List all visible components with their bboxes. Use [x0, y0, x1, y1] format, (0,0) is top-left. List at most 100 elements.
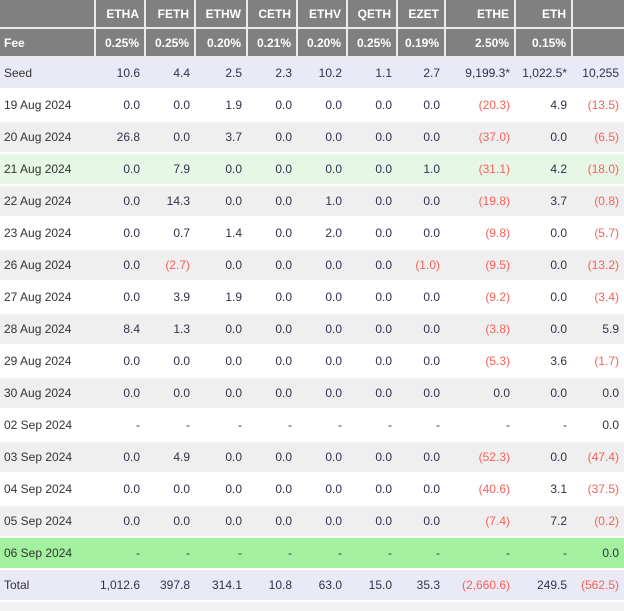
cell-value: 0.0 — [95, 185, 145, 217]
cell-value: (562.5) — [572, 569, 624, 601]
cell-value: - — [145, 537, 195, 569]
cell-value: (6.5) — [572, 121, 624, 153]
cell-value: 4.9 — [515, 89, 572, 121]
fee-value: 0.19% — [397, 28, 445, 57]
column-header-eth: ETH — [515, 0, 572, 28]
cell-value: 0.0 — [95, 377, 145, 409]
cell-value: 0.0 — [195, 313, 247, 345]
table-row: 04 Sep 20240.00.00.00.00.00.00.0(40.6)3.… — [0, 473, 624, 505]
cell-value: 0.0 — [195, 377, 247, 409]
cell-value: (37.5) — [572, 473, 624, 505]
cell-value: 0.0 — [145, 377, 195, 409]
cell-value: 0.0 — [347, 505, 397, 537]
cell-value: 0.0 — [397, 89, 445, 121]
cell-value: 0.0 — [347, 281, 397, 313]
cell-value: 5.9 — [572, 313, 624, 345]
table-header: ETHAFETHETHWCETHETHVQETHEZETETHEETH Fee0… — [0, 0, 624, 57]
cell-value: 0.0 — [247, 153, 297, 185]
cell-value: 2.5 — [195, 57, 247, 89]
cell-value: (18.0) — [572, 153, 624, 185]
table-row: 27 Aug 20240.03.91.90.00.00.00.0(9.2)0.0… — [0, 281, 624, 313]
cell-value: - — [95, 537, 145, 569]
cell-value: 0.0 — [397, 377, 445, 409]
cell-value: 0.0 — [515, 281, 572, 313]
cell-value: 0.0 — [515, 217, 572, 249]
cell-value: 0.0 — [145, 345, 195, 377]
cell-value: 4.4 — [145, 57, 195, 89]
cell-value: 4.9 — [145, 441, 195, 473]
cell-value: 0.0 — [195, 473, 247, 505]
cell-value: 4.2 — [515, 153, 572, 185]
cell-value: 0.0 — [247, 89, 297, 121]
table-row: 21 Aug 20240.07.90.00.00.00.01.0(31.1)4.… — [0, 153, 624, 185]
cell-value: 0.0 — [397, 217, 445, 249]
cell-value: 397.8 — [145, 569, 195, 601]
row-label: 28 Aug 2024 — [0, 313, 95, 345]
cell-value: 3.1 — [515, 473, 572, 505]
row-label: 20 Aug 2024 — [0, 121, 95, 153]
cell-value: 0.0 — [515, 441, 572, 473]
column-header-qeth: QETH — [347, 0, 397, 28]
cell-value: 0.0 — [515, 313, 572, 345]
cell-value: 0.0 — [95, 441, 145, 473]
cell-value: (1.0) — [397, 249, 445, 281]
column-header-feth: FETH — [145, 0, 195, 28]
cell-value: 0.0 — [397, 345, 445, 377]
cell-value: 0.0 — [145, 121, 195, 153]
column-header-empty — [0, 0, 95, 28]
cell-value: 0.0 — [297, 121, 347, 153]
cell-value: 0.0 — [297, 281, 347, 313]
cell-value: 2.7 — [397, 57, 445, 89]
fee-value — [572, 28, 624, 57]
cell-value: 1,012.6 — [95, 569, 145, 601]
fee-value: 0.25% — [145, 28, 195, 57]
cell-value: 1.0 — [297, 185, 347, 217]
table-row: 26 Aug 20240.0(2.7)0.00.00.00.0(1.0)(9.5… — [0, 249, 624, 281]
cell-value: 0.0 — [145, 89, 195, 121]
cell-value: 0.0 — [515, 249, 572, 281]
fee-value: 0.21% — [247, 28, 297, 57]
row-label: 21 Aug 2024 — [0, 153, 95, 185]
cell-value: 7.2 — [515, 505, 572, 537]
cell-value: 0.0 — [397, 473, 445, 505]
cell-value: 0.0 — [572, 377, 624, 409]
etf-flow-table-page: ETHAFETHETHWCETHETHVQETHEZETETHEETH Fee0… — [0, 0, 624, 611]
cell-value: 1,022.5* — [515, 57, 572, 89]
cell-value: (9.2) — [445, 281, 515, 313]
row-label: 03 Sep 2024 — [0, 441, 95, 473]
column-header-ceth: CETH — [247, 0, 297, 28]
cell-value: 0.0 — [445, 377, 515, 409]
cell-value: 0.0 — [95, 217, 145, 249]
cell-value: 0.0 — [572, 537, 624, 569]
cell-value: 0.0 — [195, 185, 247, 217]
cell-value: - — [445, 409, 515, 441]
column-header-ethw: ETHW — [195, 0, 247, 28]
column-header-empty — [572, 0, 624, 28]
column-header-ezet: EZET — [397, 0, 445, 28]
cell-value: 0.0 — [347, 121, 397, 153]
cell-value: 0.0 — [95, 345, 145, 377]
cell-value: 1.0 — [397, 153, 445, 185]
row-label: 23 Aug 2024 — [0, 217, 95, 249]
cell-value: 0.0 — [347, 217, 397, 249]
cell-value: 0.0 — [247, 441, 297, 473]
row-label: 26 Aug 2024 — [0, 249, 95, 281]
cell-value: 0.0 — [195, 153, 247, 185]
row-label: 29 Aug 2024 — [0, 345, 95, 377]
cell-value: 3.6 — [515, 345, 572, 377]
fee-row: Fee0.25%0.25%0.20%0.21%0.20%0.25%0.19%2.… — [0, 28, 624, 57]
cell-value: 0.0 — [347, 377, 397, 409]
cell-value: 0.0 — [195, 249, 247, 281]
cell-value: 0.0 — [195, 345, 247, 377]
cell-value: 0.7 — [145, 217, 195, 249]
cell-value: (31.1) — [445, 153, 515, 185]
row-label: 05 Sep 2024 — [0, 505, 95, 537]
cell-value: 2.3 — [247, 57, 297, 89]
cell-value: (3.8) — [445, 313, 515, 345]
cell-value: (9.8) — [445, 217, 515, 249]
table-row: 02 Sep 2024---------0.0 — [0, 409, 624, 441]
cell-value: 0.0 — [515, 377, 572, 409]
cell-value: - — [247, 537, 297, 569]
cell-value: 3.7 — [515, 185, 572, 217]
cell-value: 26.8 — [95, 121, 145, 153]
